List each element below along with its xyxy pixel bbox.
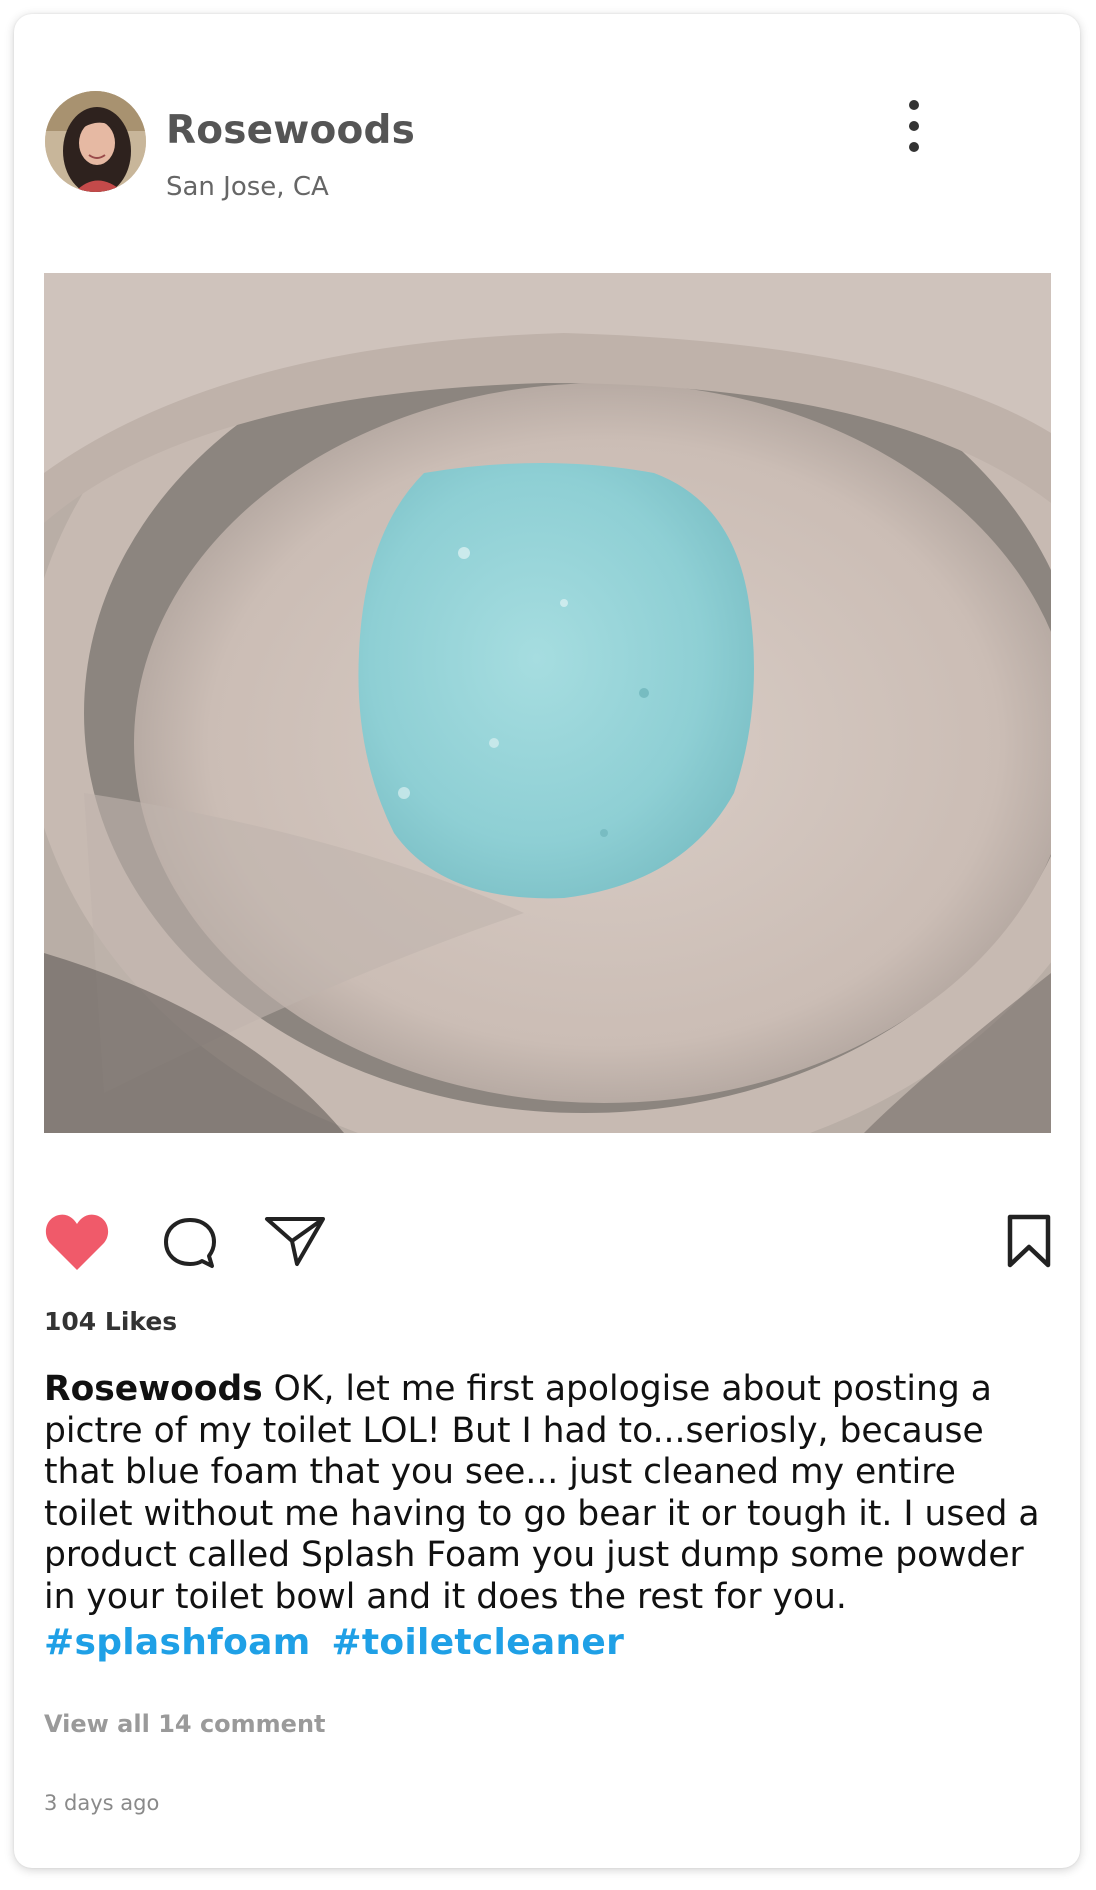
caption-username[interactable]: Rosewoods (44, 1369, 263, 1409)
more-dot (909, 121, 919, 131)
post-card: Rosewoods San Jose, CA 104 Likes Rosewoo… (14, 14, 1080, 1868)
post-image[interactable] (44, 273, 1051, 1133)
more-dot (909, 142, 919, 152)
hashtags: #splashfoam #toiletcleaner (44, 1622, 632, 1663)
paper-plane-icon[interactable] (264, 1214, 326, 1272)
hashtag-link[interactable]: #splashfoam (44, 1622, 311, 1663)
post-actions (44, 1210, 1051, 1274)
more-dot (909, 100, 919, 110)
location[interactable]: San Jose, CA (166, 172, 329, 202)
more-options-icon[interactable] (899, 100, 929, 152)
view-comments-link[interactable]: View all 14 comment (44, 1710, 326, 1738)
toilet-bowl-photo (44, 273, 1051, 1133)
avatar[interactable] (45, 91, 146, 192)
comment-bubble-icon[interactable] (162, 1216, 218, 1274)
post-caption: Rosewoods OK, let me first apologise abo… (44, 1369, 1054, 1618)
likes-count[interactable]: 104 Likes (44, 1307, 177, 1336)
username[interactable]: Rosewoods (166, 108, 415, 153)
avatar-image (45, 91, 146, 192)
bookmark-icon[interactable] (1007, 1214, 1051, 1272)
hashtag-link[interactable]: #toiletcleaner (331, 1622, 624, 1663)
heart-icon[interactable] (44, 1212, 110, 1276)
post-timestamp: 3 days ago (44, 1791, 160, 1815)
